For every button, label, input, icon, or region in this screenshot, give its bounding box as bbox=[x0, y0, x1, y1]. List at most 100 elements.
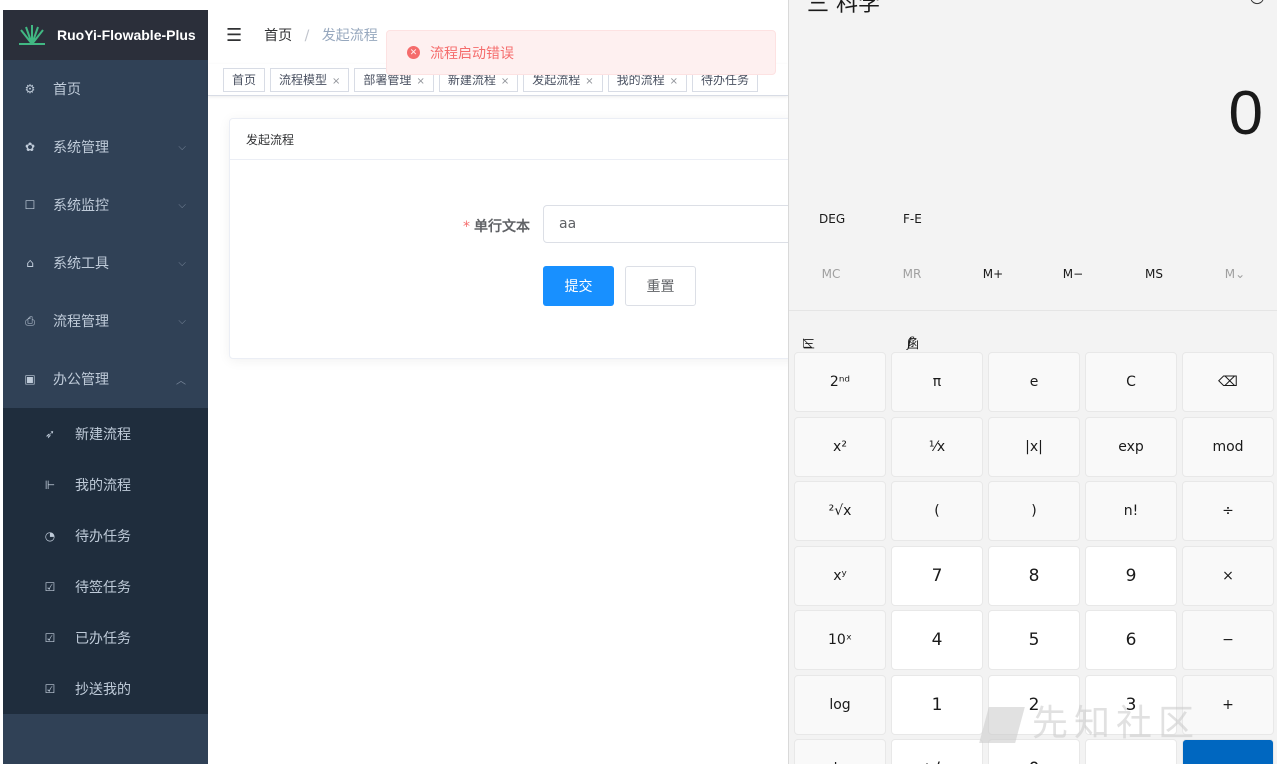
sidebar-item-system[interactable]: ✿ 系统管理 ⌵ bbox=[3, 118, 208, 176]
key-8[interactable]: 8 bbox=[988, 546, 1080, 606]
form-row: * 单行文本 aa bbox=[230, 205, 803, 243]
sidebar-item-process[interactable]: ⎙ 流程管理 ⌵ bbox=[3, 292, 208, 350]
decimal-key[interactable]: . bbox=[1085, 739, 1177, 764]
send-icon: ➶ bbox=[44, 426, 56, 441]
calculator-window: 三 科学 ◷ 0 DEG F-E MC MR M+ M− MS M⌄ ◺ 三角学… bbox=[788, 0, 1277, 764]
ms-button[interactable]: MS bbox=[1114, 267, 1194, 281]
fe-button[interactable]: F-E bbox=[903, 212, 922, 226]
key-1[interactable]: 1 bbox=[891, 675, 983, 735]
checkbox-icon: ☑ bbox=[44, 630, 56, 645]
clock-icon: ◔ bbox=[44, 528, 56, 543]
open-paren-key[interactable]: ( bbox=[891, 481, 983, 541]
key-9[interactable]: 9 bbox=[1085, 546, 1177, 606]
history-icon[interactable]: ◷ bbox=[1249, 0, 1265, 7]
breadcrumb: 首页 / 发起流程 bbox=[264, 25, 378, 45]
system-icon: ✿ bbox=[24, 140, 36, 154]
logo[interactable]: RuoYi-Flowable-Plus bbox=[3, 10, 208, 60]
error-message-text: 流程启动错误 bbox=[430, 45, 514, 62]
sidebar-item-label: 待签任务 bbox=[75, 579, 131, 596]
pi-key[interactable]: π bbox=[891, 352, 983, 412]
factorial-key[interactable]: n! bbox=[1085, 481, 1177, 541]
close-icon[interactable]: × bbox=[670, 76, 678, 87]
log-key[interactable]: log bbox=[794, 675, 886, 735]
key-3[interactable]: 3 bbox=[1085, 675, 1177, 735]
checkbox-icon: ☑ bbox=[44, 579, 56, 594]
sidebar-item-home[interactable]: ⚙ 首页 bbox=[3, 60, 208, 118]
mod-key[interactable]: mod bbox=[1182, 417, 1274, 477]
key-4[interactable]: 4 bbox=[891, 610, 983, 670]
function-row: ◺ 三角学 ⌄ f 函数 ⌄ bbox=[789, 310, 1277, 400]
deg-button[interactable]: DEG bbox=[819, 212, 845, 226]
sidebar-item-claim[interactable]: ☑ 待签任务 bbox=[3, 561, 208, 612]
sidebar-item-todo[interactable]: ◔ 待办任务 bbox=[3, 510, 208, 561]
equals-key[interactable]: = bbox=[1182, 739, 1274, 764]
breadcrumb-separator: / bbox=[304, 28, 310, 44]
key-6[interactable]: 6 bbox=[1085, 610, 1177, 670]
sidebar-item-new-process[interactable]: ➶ 新建流程 bbox=[3, 408, 208, 459]
sidebar-item-office[interactable]: ▣ 办公管理 ︿ bbox=[3, 350, 208, 408]
square-key[interactable]: x² bbox=[794, 417, 886, 477]
close-icon[interactable]: × bbox=[501, 76, 509, 87]
chevron-down-icon: ⌵ bbox=[178, 199, 186, 211]
tag-home[interactable]: 首页 bbox=[223, 67, 266, 92]
tag-label: 流程模型 bbox=[279, 72, 328, 87]
breadcrumb-home[interactable]: 首页 bbox=[264, 28, 292, 44]
dashboard-icon: ⚙ bbox=[24, 82, 36, 96]
required-mark: * bbox=[463, 219, 470, 235]
m-minus-button[interactable]: M− bbox=[1033, 267, 1113, 281]
mc-button[interactable]: MC bbox=[791, 267, 871, 281]
office-submenu: ➶ 新建流程 ⊩ 我的流程 ◔ 待办任务 ☑ 待签任务 ☑ 已办任务 ☑ 抄送我… bbox=[3, 408, 208, 714]
sidebar-item-monitor[interactable]: ☐ 系统监控 ⌵ bbox=[3, 176, 208, 234]
sidebar-item-label: 新建流程 bbox=[75, 426, 131, 443]
mr-button[interactable]: MR bbox=[872, 267, 952, 281]
sidebar-item-my-process[interactable]: ⊩ 我的流程 bbox=[3, 459, 208, 510]
multiply-key[interactable]: × bbox=[1182, 546, 1274, 606]
field-label: * 单行文本 bbox=[463, 216, 530, 236]
close-icon[interactable]: × bbox=[585, 76, 593, 87]
close-icon[interactable]: × bbox=[416, 76, 424, 87]
card-title: 发起流程 bbox=[230, 119, 798, 160]
key-7[interactable]: 7 bbox=[891, 546, 983, 606]
tag-model[interactable]: 流程模型 × bbox=[270, 67, 350, 92]
abs-key[interactable]: |x| bbox=[988, 417, 1080, 477]
single-line-text-input[interactable]: aa bbox=[543, 205, 803, 243]
office-icon: ▣ bbox=[24, 372, 36, 386]
ten-power-key[interactable]: 10ˣ bbox=[794, 610, 886, 670]
power-key[interactable]: xʸ bbox=[794, 546, 886, 606]
m-plus-button[interactable]: M+ bbox=[953, 267, 1033, 281]
e-key[interactable]: e bbox=[988, 352, 1080, 412]
sidebar-item-label: 办公管理 bbox=[53, 372, 109, 388]
ln-key[interactable]: ln bbox=[794, 739, 886, 764]
sidebar-item-copy[interactable]: ☑ 抄送我的 bbox=[3, 663, 208, 714]
key-2[interactable]: 2 bbox=[988, 675, 1080, 735]
key-0[interactable]: 0 bbox=[988, 739, 1080, 764]
chevron-down-icon: ⌵ bbox=[178, 315, 186, 327]
close-icon[interactable]: × bbox=[332, 76, 340, 87]
breadcrumb-current: 发起流程 bbox=[321, 28, 378, 44]
sidebar-item-label: 系统工具 bbox=[53, 256, 109, 272]
chevron-up-icon: ︿ bbox=[176, 375, 186, 387]
sidebar-item-tool[interactable]: ⌂ 系统工具 ⌵ bbox=[3, 234, 208, 292]
hamburger-icon[interactable]: ☰ bbox=[226, 25, 242, 46]
sidebar-item-finished[interactable]: ☑ 已办任务 bbox=[3, 612, 208, 663]
key-5[interactable]: 5 bbox=[988, 610, 1080, 670]
submit-button[interactable]: 提交 bbox=[543, 266, 614, 306]
calculator-title[interactable]: 三 科学 bbox=[807, 0, 880, 18]
clear-key[interactable]: C bbox=[1085, 352, 1177, 412]
start-process-card: 发起流程 * 单行文本 aa 提交 重置 bbox=[229, 118, 803, 359]
exp-key[interactable]: exp bbox=[1085, 417, 1177, 477]
close-paren-key[interactable]: ) bbox=[988, 481, 1080, 541]
backspace-key[interactable]: ⌫ bbox=[1182, 352, 1274, 412]
divide-key[interactable]: ÷ bbox=[1182, 481, 1274, 541]
reset-button[interactable]: 重置 bbox=[625, 266, 696, 306]
memory-list-button[interactable]: M⌄ bbox=[1195, 267, 1275, 281]
minus-key[interactable]: − bbox=[1182, 610, 1274, 670]
second-key[interactable]: 2ⁿᵈ bbox=[794, 352, 886, 412]
sidebar-item-label: 流程管理 bbox=[53, 314, 109, 330]
sqrt-key[interactable]: ²√x bbox=[794, 481, 886, 541]
logo-title: RuoYi-Flowable-Plus bbox=[57, 27, 196, 43]
plus-key[interactable]: + bbox=[1182, 675, 1274, 735]
reciprocal-key[interactable]: ¹⁄x bbox=[891, 417, 983, 477]
negate-key[interactable]: +/− bbox=[891, 739, 983, 764]
sidebar-item-label: 待办任务 bbox=[75, 528, 131, 545]
